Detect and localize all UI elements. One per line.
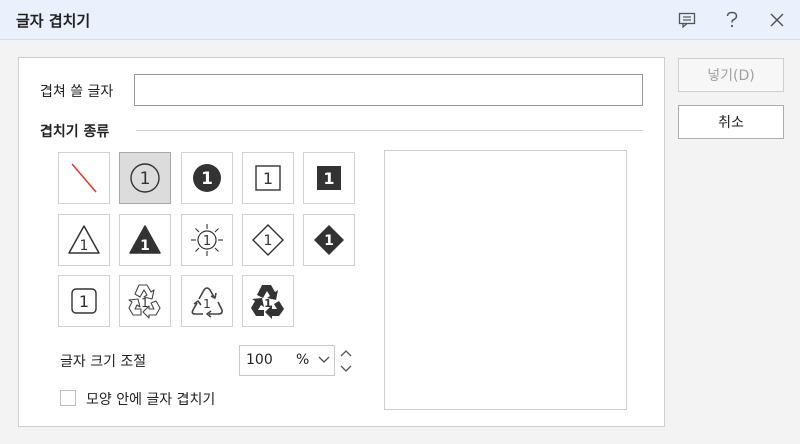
svg-text:1: 1: [324, 233, 334, 249]
shape-triangle-tile[interactable]: 1: [58, 214, 110, 266]
svg-text:1: 1: [203, 297, 211, 311]
svg-text:1: 1: [79, 292, 89, 311]
chevron-up-icon: [340, 349, 352, 356]
shape-filled-diamond-tile[interactable]: 1: [303, 214, 355, 266]
help-icon[interactable]: [717, 6, 747, 34]
filled-diamond-icon: 1: [314, 225, 344, 255]
recycle-triangle-icon: 1: [191, 287, 223, 318]
svg-text:1: 1: [141, 296, 149, 310]
shape-square-tile[interactable]: 1: [242, 152, 294, 204]
svg-text:1: 1: [80, 238, 89, 254]
recycle-outline-icon: 1: [128, 284, 161, 319]
size-value: 100: [246, 352, 273, 368]
chevron-down-icon[interactable]: [318, 355, 330, 365]
shape-rounded-square-tile[interactable]: 1: [58, 275, 110, 327]
size-label: 글자 크기 조절: [60, 354, 147, 370]
section-title: 겹치기 종류: [40, 124, 110, 140]
filled-square-icon: 1: [317, 166, 341, 190]
shape-filled-triangle-tile[interactable]: 1: [119, 214, 171, 266]
svg-text:1: 1: [323, 169, 334, 188]
overlap-inside-checkbox[interactable]: [60, 390, 76, 406]
diamond-icon: 1: [252, 224, 284, 256]
shape-filled-circle-tile[interactable]: 1: [181, 152, 233, 204]
svg-text:1: 1: [264, 297, 272, 310]
shape-recycle-outline-tile[interactable]: 1: [119, 275, 171, 327]
slash-icon: [71, 163, 97, 193]
shape-circle-tile[interactable]: 1: [119, 152, 171, 204]
svg-text:1: 1: [264, 233, 273, 249]
svg-text:1: 1: [140, 169, 151, 189]
section-divider: [136, 130, 643, 131]
cancel-button[interactable]: 취소: [678, 105, 784, 139]
shape-filled-square-tile[interactable]: 1: [303, 152, 355, 204]
size-combobox[interactable]: 100 %: [239, 345, 335, 376]
increase-size-button[interactable]: [337, 345, 355, 360]
insert-button[interactable]: 넣기(D): [678, 58, 784, 92]
recycle-filled-icon: 1: [251, 285, 284, 319]
shape-sun-tile[interactable]: 1: [181, 214, 233, 266]
filled-circle-icon: 1: [193, 164, 221, 192]
sun-icon: 1: [191, 224, 223, 256]
svg-text:1: 1: [263, 169, 273, 188]
title-bar: 글자 겹치기: [0, 0, 800, 40]
overlap-inside-label: 모양 안에 글자 겹치기: [86, 392, 216, 408]
decrease-size-button[interactable]: [337, 361, 355, 376]
window-title: 글자 겹치기: [16, 12, 91, 30]
shape-none-tile[interactable]: [58, 152, 110, 204]
filled-triangle-icon: 1: [129, 225, 161, 254]
shape-diamond-tile[interactable]: 1: [242, 214, 294, 266]
size-unit: %: [296, 352, 310, 368]
circle-icon: 1: [130, 163, 160, 193]
square-icon: 1: [255, 165, 281, 191]
svg-text:1: 1: [140, 238, 150, 254]
text-label: 겹쳐 쓸 글자: [40, 84, 114, 100]
shape-recycle-filled-tile[interactable]: 1: [242, 275, 294, 327]
triangle-icon: 1: [68, 225, 100, 254]
chevron-down-icon: [340, 365, 352, 372]
close-icon[interactable]: [762, 6, 792, 34]
overlap-text-input[interactable]: [134, 74, 643, 106]
comment-icon[interactable]: [672, 6, 702, 34]
preview-box: [384, 150, 627, 410]
rounded-square-icon: 1: [71, 288, 97, 314]
svg-text:1: 1: [203, 234, 211, 249]
svg-text:1: 1: [201, 169, 213, 189]
shape-recycle-triangle-tile[interactable]: 1: [181, 275, 233, 327]
